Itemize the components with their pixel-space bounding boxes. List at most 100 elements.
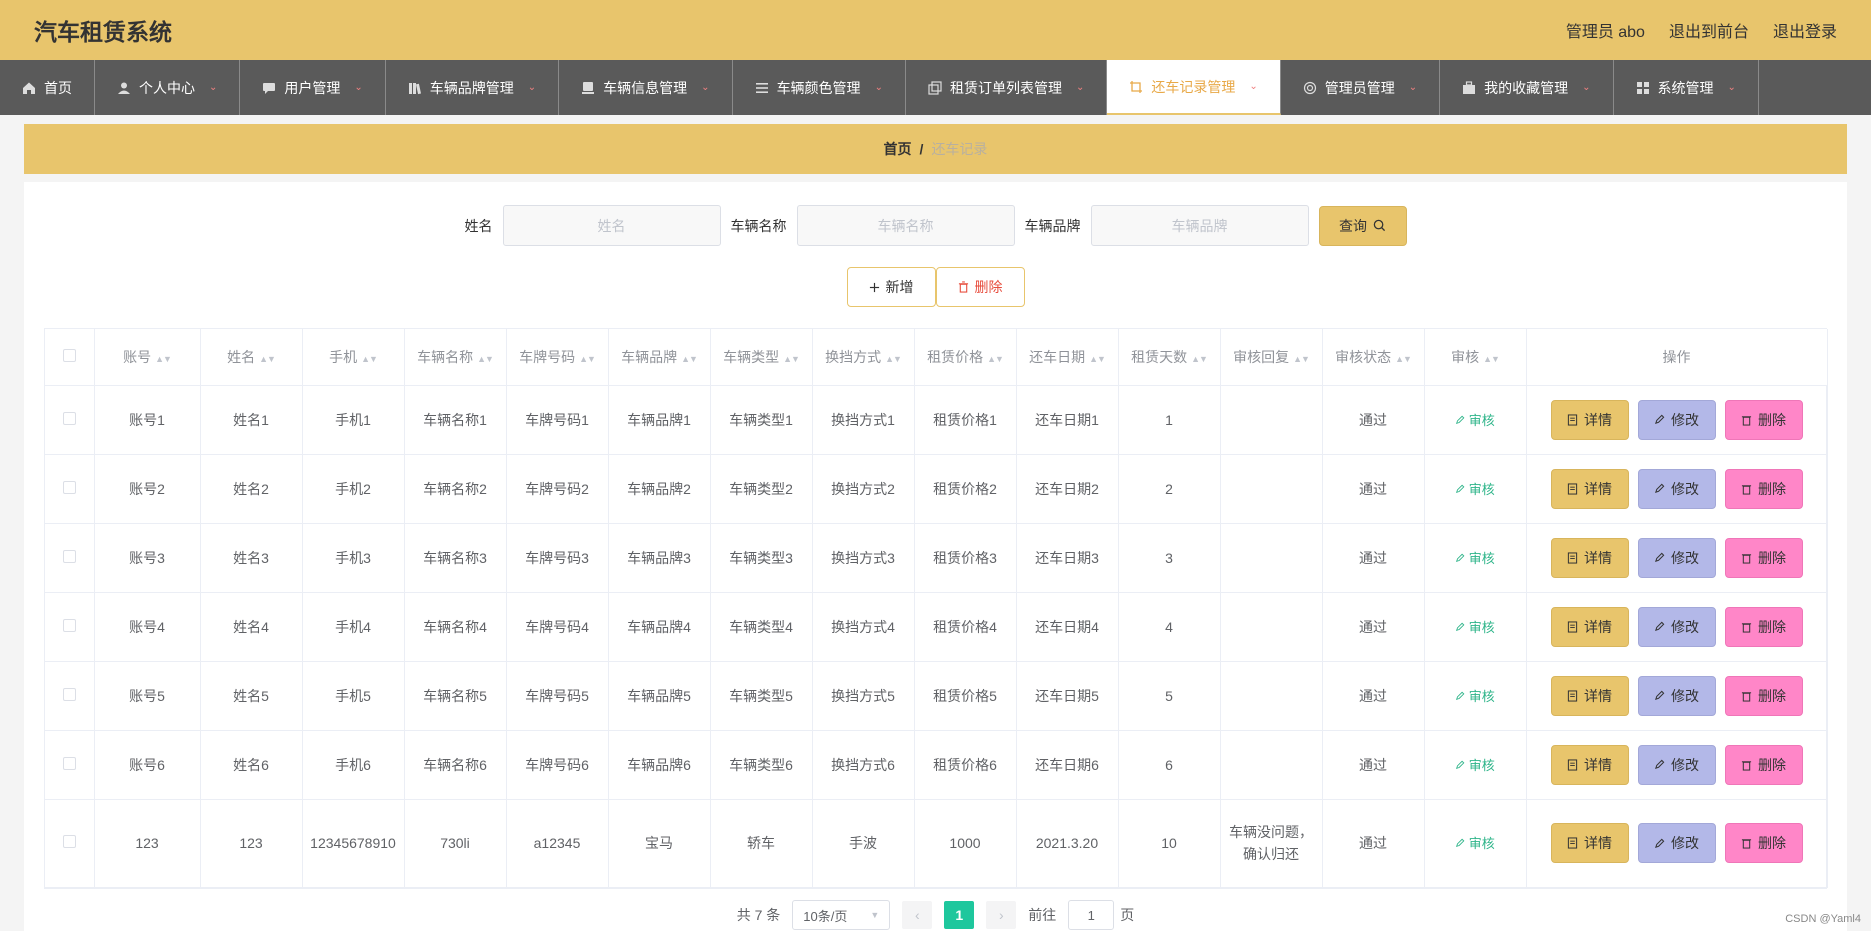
nav-item-6[interactable]: 租赁订单列表管理 ⌄ [906, 60, 1108, 115]
edit-button[interactable]: 修改 [1637, 606, 1716, 647]
column-header[interactable]: 车牌号码 ▲▼ [506, 329, 609, 386]
nav-item-8[interactable]: 管理员管理 ⌄ [1281, 60, 1441, 115]
column-header[interactable]: 租赁天数 ▲▼ [1118, 329, 1221, 386]
sort-icon[interactable]: ▲▼ [1483, 354, 1500, 364]
edit-button[interactable]: 修改 [1637, 744, 1716, 785]
next-page-button[interactable]: › [986, 901, 1017, 929]
admin-label[interactable]: 管理员 abo [1566, 18, 1645, 42]
add-button-label: 新增 [885, 279, 914, 295]
nav-item-2[interactable]: 用户管理 ⌄ [240, 60, 386, 115]
row-checkbox[interactable] [62, 687, 76, 701]
to-frontend-link[interactable]: 退出到前台 [1669, 18, 1749, 42]
table-cell: 车辆品牌2 [608, 454, 711, 524]
breadcrumb-current: 还车记录 [931, 141, 988, 157]
detail-button[interactable]: 详情 [1550, 823, 1629, 863]
sort-icon[interactable]: ▲▼ [1089, 354, 1106, 364]
column-header-label: 审核 [1451, 348, 1480, 365]
edit-button[interactable]: 修改 [1637, 537, 1716, 578]
query-button[interactable]: 查询 [1318, 205, 1407, 246]
row-select-cell [45, 799, 95, 888]
detail-button[interactable]: 详情 [1550, 399, 1629, 440]
column-header[interactable]: 车辆类型 ▲▼ [710, 329, 813, 386]
sort-icon[interactable]: ▲▼ [783, 354, 800, 364]
audit-link[interactable]: 审核 [1455, 758, 1495, 773]
detail-button[interactable]: 详情 [1550, 744, 1629, 785]
nav-item-10[interactable]: 系统管理 ⌄ [1614, 60, 1759, 115]
audit-link[interactable]: 审核 [1455, 551, 1495, 566]
column-header-label: 车辆品牌 [621, 348, 678, 365]
detail-button[interactable]: 详情 [1550, 537, 1629, 578]
row-checkbox[interactable] [62, 756, 76, 770]
column-header[interactable]: 审核 ▲▼ [1424, 329, 1527, 386]
sort-icon[interactable]: ▲▼ [1191, 354, 1208, 364]
nav-item-7[interactable]: 还车记录管理 ⌄ [1107, 60, 1281, 115]
edit-button[interactable]: 修改 [1637, 468, 1716, 509]
column-header-label: 操作 [1662, 348, 1691, 365]
detail-button[interactable]: 详情 [1550, 468, 1629, 509]
delete-button[interactable]: 删除 [1724, 468, 1803, 509]
prev-page-button[interactable]: ‹ [902, 901, 933, 929]
column-header[interactable]: 审核状态 ▲▼ [1322, 329, 1425, 386]
audit-link[interactable]: 审核 [1455, 482, 1495, 497]
nav-item-5[interactable]: 车辆颜色管理 ⌄ [733, 60, 906, 115]
nav-item-4[interactable]: 车辆信息管理 ⌄ [559, 60, 733, 115]
page-number-current[interactable]: 1 [944, 901, 975, 929]
nav-item-3[interactable]: 车辆品牌管理 ⌄ [386, 60, 560, 115]
row-checkbox[interactable] [62, 834, 76, 848]
sort-icon[interactable]: ▲▼ [987, 354, 1004, 364]
column-header[interactable]: 车辆名称 ▲▼ [404, 329, 507, 386]
sort-icon[interactable]: ▲▼ [259, 354, 276, 364]
row-checkbox[interactable] [62, 480, 76, 494]
edit-button[interactable]: 修改 [1637, 823, 1716, 863]
column-header[interactable]: 换挡方式 ▲▼ [812, 329, 915, 386]
car-name-label: 车辆名称 [730, 217, 787, 234]
goto-page-input[interactable] [1068, 900, 1115, 930]
car-name-input[interactable] [796, 205, 1015, 246]
sort-icon[interactable]: ▲▼ [155, 354, 172, 364]
delete-button-label: 删除 [974, 279, 1003, 295]
edit-button[interactable]: 修改 [1637, 675, 1716, 716]
audit-link[interactable]: 审核 [1455, 689, 1495, 704]
sort-icon[interactable]: ▲▼ [579, 354, 596, 364]
row-checkbox[interactable] [62, 411, 76, 425]
sort-icon[interactable]: ▲▼ [681, 354, 698, 364]
logout-link[interactable]: 退出登录 [1773, 18, 1837, 42]
sort-icon[interactable]: ▲▼ [1293, 354, 1310, 364]
detail-button-label: 详情 [1584, 756, 1612, 773]
delete-button[interactable]: 删除 [1724, 399, 1803, 440]
column-header[interactable]: 审核回复 ▲▼ [1220, 329, 1323, 386]
detail-button[interactable]: 详情 [1550, 675, 1629, 716]
sort-icon[interactable]: ▲▼ [361, 354, 378, 364]
nav-item-0[interactable]: 首页 [0, 60, 95, 115]
delete-button[interactable]: 删除 [1724, 537, 1803, 578]
column-header[interactable]: 手机 ▲▼ [302, 329, 405, 386]
nav-item-1[interactable]: 个人中心 ⌄ [95, 60, 241, 115]
column-header[interactable]: 账号 ▲▼ [94, 329, 201, 386]
edit-button[interactable]: 修改 [1637, 399, 1716, 440]
brand-input[interactable] [1090, 205, 1309, 246]
row-checkbox[interactable] [62, 549, 76, 563]
delete-button[interactable]: 删除 [1724, 823, 1803, 863]
row-checkbox[interactable] [62, 618, 76, 632]
audit-link[interactable]: 审核 [1455, 620, 1495, 635]
column-header[interactable]: 租赁价格 ▲▼ [914, 329, 1017, 386]
audit-link[interactable]: 审核 [1455, 836, 1495, 851]
batch-delete-button[interactable]: 删除 [935, 267, 1025, 307]
nav-item-9[interactable]: 我的收藏管理 ⌄ [1440, 60, 1614, 115]
name-input[interactable] [502, 205, 721, 246]
sort-icon[interactable]: ▲▼ [1395, 354, 1412, 364]
add-button[interactable]: 新增 [846, 267, 936, 307]
detail-button[interactable]: 详情 [1550, 606, 1629, 647]
delete-button[interactable]: 删除 [1724, 606, 1803, 647]
column-header[interactable]: 姓名 ▲▼ [200, 329, 303, 386]
column-header[interactable]: 车辆品牌 ▲▼ [608, 329, 711, 386]
breadcrumb-home[interactable]: 首页 [884, 139, 912, 159]
delete-button[interactable]: 删除 [1724, 675, 1803, 716]
page-size-select[interactable]: 10条/页 ▼ [792, 900, 891, 930]
column-header[interactable]: 还车日期 ▲▼ [1016, 329, 1119, 386]
sort-icon[interactable]: ▲▼ [477, 354, 494, 364]
sort-icon[interactable]: ▲▼ [885, 354, 902, 364]
delete-button[interactable]: 删除 [1724, 744, 1803, 785]
audit-link[interactable]: 审核 [1455, 413, 1495, 428]
select-all-checkbox[interactable] [62, 348, 76, 362]
